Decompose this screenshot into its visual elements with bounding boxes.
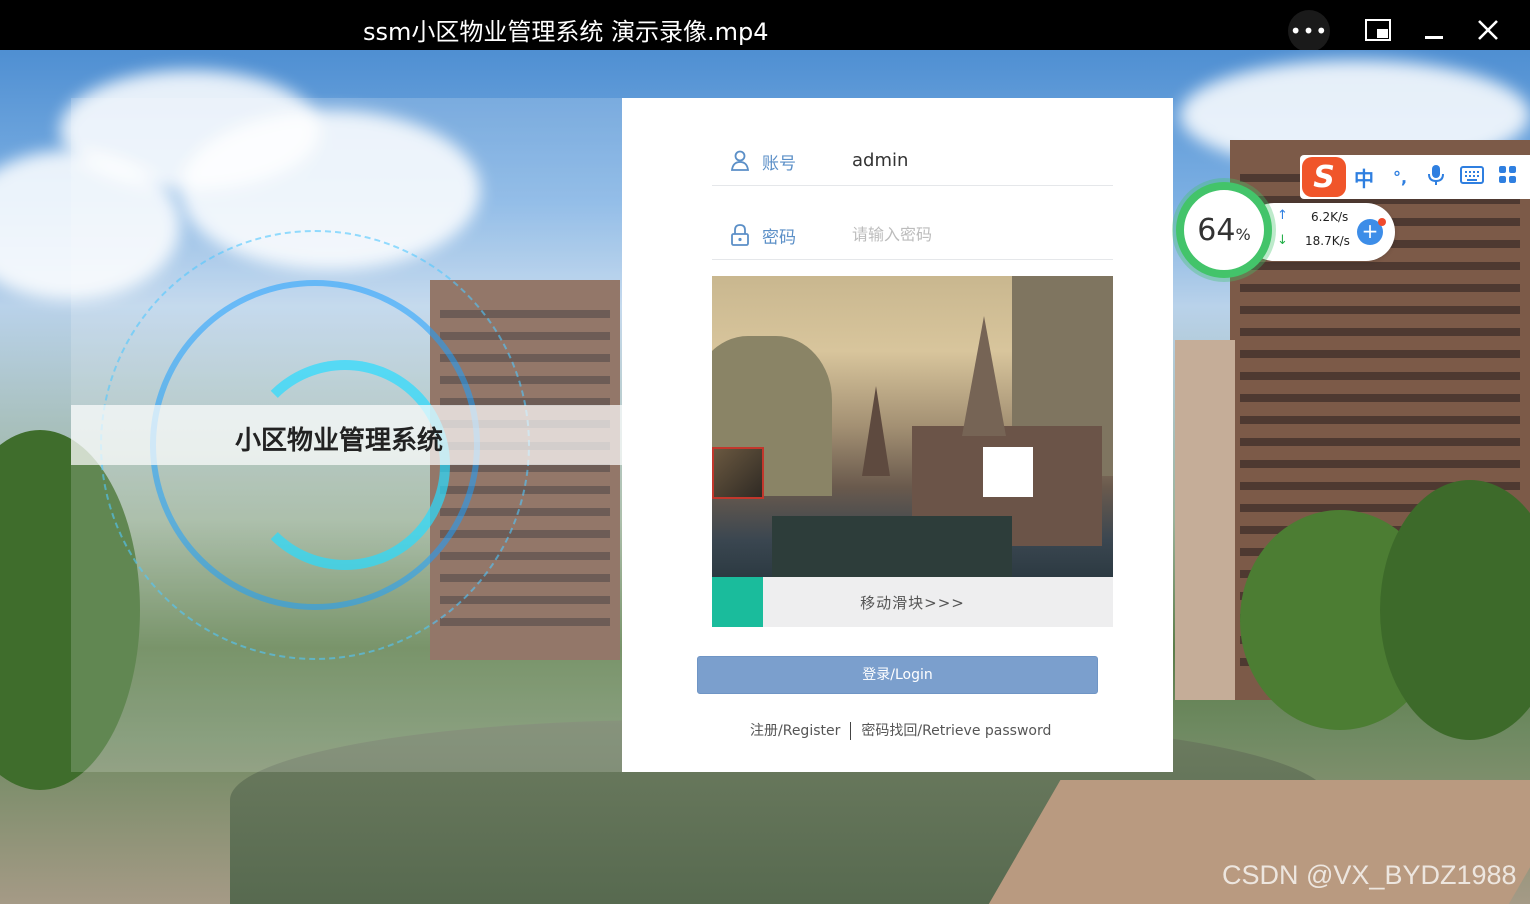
captcha-puzzle-piece[interactable] — [712, 447, 764, 499]
ime-toolbar: S 中 °, — [1300, 155, 1530, 199]
link-separator — [850, 722, 852, 740]
more-options-button[interactable]: ••• — [1288, 10, 1330, 52]
minimize-icon — [1425, 36, 1443, 39]
close-icon — [1478, 20, 1498, 40]
captcha-slider-track[interactable]: 移动滑块>>> — [712, 577, 1113, 627]
login-card: 账号 密码 移动滑块>>> 登录/Login 注册/Register 密码找回/R… — [622, 98, 1173, 772]
grid-icon[interactable] — [1490, 165, 1526, 190]
ime-punctuation[interactable]: °, — [1382, 168, 1418, 187]
ime-mode-chinese[interactable]: 中 — [1346, 163, 1382, 192]
csdn-watermark: CSDN @VX_BYDZ1988 — [1222, 860, 1517, 890]
password-field: 密码 — [712, 210, 1113, 260]
pip-icon — [1365, 19, 1391, 41]
memory-usage-percent: 64% — [1197, 213, 1250, 248]
captcha-image — [712, 276, 1113, 577]
download-arrow-icon: ↓ — [1277, 233, 1288, 248]
retrieve-password-link[interactable]: 密码找回/Retrieve password — [861, 723, 1051, 739]
username-label: 账号 — [762, 154, 796, 174]
upload-arrow-icon: ↑ — [1277, 208, 1288, 223]
captcha-spire — [962, 316, 1006, 436]
upload-speed: 6.2K/s — [1311, 210, 1349, 224]
keyboard-icon[interactable] — [1454, 165, 1490, 189]
slider-hint: 移动滑块>>> — [860, 594, 965, 612]
percent-value: 64 — [1197, 212, 1236, 248]
auth-links: 注册/Register 密码找回/Retrieve password — [750, 720, 1051, 740]
window-title: ssm小区物业管理系统 演示录像.mp4 — [363, 18, 769, 46]
memory-usage-gauge[interactable]: 64% — [1176, 182, 1272, 278]
captcha-pagoda — [862, 386, 890, 476]
percent-unit: % — [1235, 224, 1251, 244]
minimize-button[interactable] — [1412, 10, 1456, 50]
download-speed: 18.7K/s — [1305, 234, 1350, 248]
window-titlebar: ssm小区物业管理系统 演示录像.mp4 ••• — [0, 0, 1530, 52]
lock-icon — [731, 224, 749, 246]
password-label: 密码 — [762, 228, 796, 248]
slider-handle[interactable] — [712, 577, 763, 627]
sogou-logo-icon[interactable]: S — [1302, 157, 1346, 197]
notification-dot — [1378, 218, 1386, 226]
username-field: 账号 — [712, 136, 1113, 186]
register-link[interactable]: 注册/Register — [750, 723, 840, 739]
close-button[interactable] — [1466, 10, 1510, 50]
login-button[interactable]: 登录/Login — [697, 656, 1098, 694]
picture-in-picture-button[interactable] — [1356, 10, 1400, 50]
apartment-building — [1175, 340, 1235, 700]
system-title: 小区物业管理系统 — [235, 426, 444, 456]
password-input[interactable] — [852, 218, 1102, 250]
captcha-foreground — [772, 516, 1012, 577]
user-icon — [730, 150, 750, 171]
microphone-icon[interactable] — [1418, 164, 1454, 191]
captcha-puzzle-slot — [983, 447, 1033, 497]
username-input[interactable] — [852, 144, 1102, 176]
